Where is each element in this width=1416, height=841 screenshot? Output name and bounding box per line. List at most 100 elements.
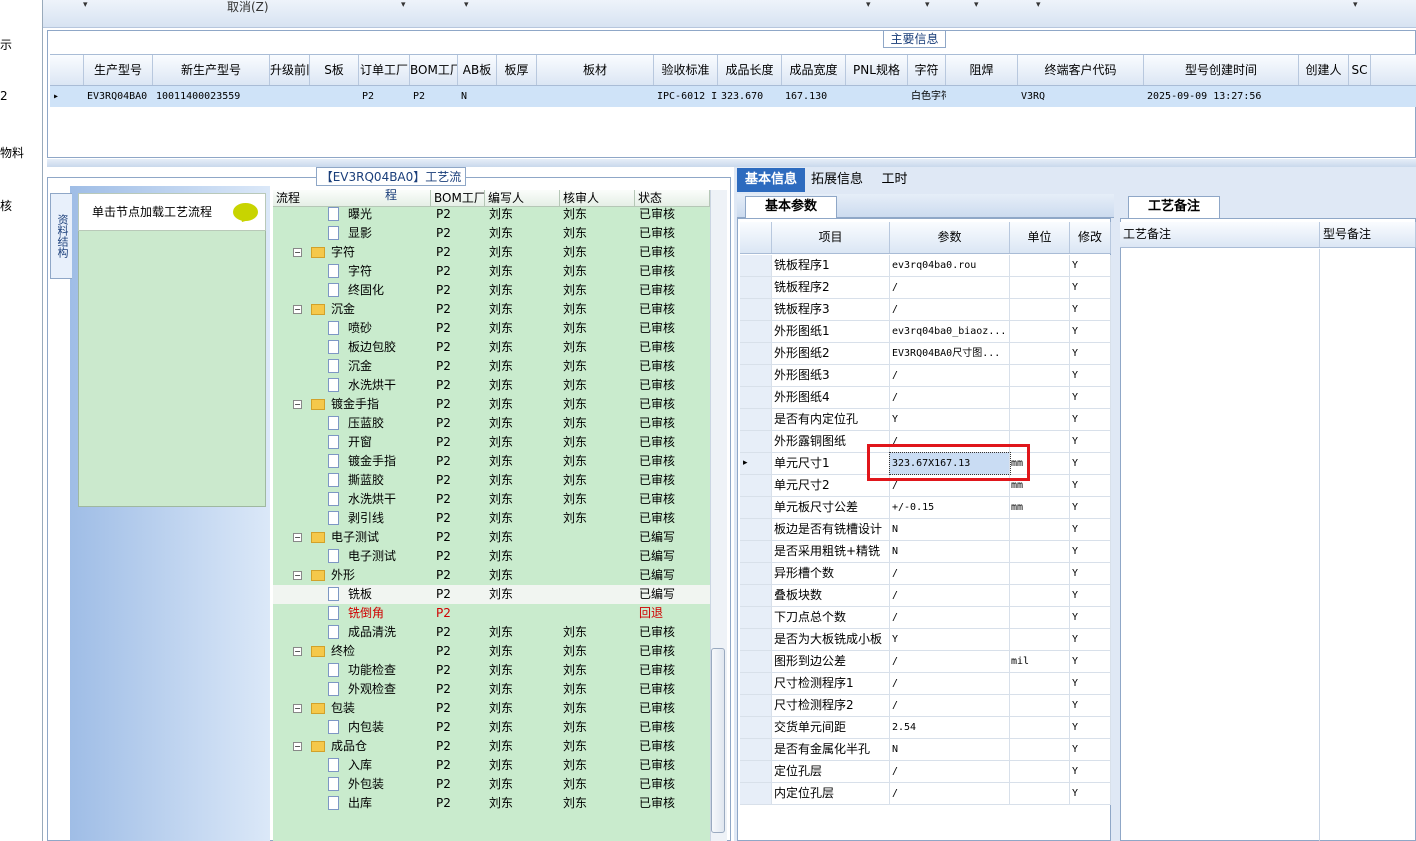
param-cell[interactable]: mm: [1010, 497, 1070, 518]
tree-row[interactable]: 开窗 P2 刘东 刘东 已审核: [273, 433, 710, 452]
tree-row[interactable]: 显影 P2 刘东 刘东 已审核: [273, 224, 710, 243]
param-row[interactable]: 尺寸检测程序2/ Y: [740, 695, 1111, 717]
param-row[interactable]: 交货单元间距 2.54 Y: [740, 717, 1111, 739]
cell[interactable]: [1299, 86, 1349, 107]
param-cell[interactable]: [1010, 255, 1070, 276]
col-header-status[interactable]: 状态: [635, 190, 710, 206]
left-nav-item[interactable]: 示: [0, 36, 12, 53]
param-cell[interactable]: [1010, 387, 1070, 408]
horizontal-splitter[interactable]: [47, 159, 1416, 167]
cell[interactable]: 323.670: [718, 86, 782, 107]
tree-row[interactable]: 入库 P2 刘东 刘东 已审核: [273, 756, 710, 775]
param-cell[interactable]: [1010, 519, 1070, 540]
param-cell[interactable]: /: [890, 365, 1010, 386]
param-cell[interactable]: Y: [1070, 717, 1111, 738]
param-cell[interactable]: [1010, 739, 1070, 760]
param-cell[interactable]: Y: [1070, 343, 1111, 364]
param-row[interactable]: 是否为大板铣成小板 Y Y: [740, 629, 1111, 651]
col-header-unit[interactable]: 单位: [1010, 222, 1070, 253]
param-cell[interactable]: /: [890, 783, 1010, 804]
param-row[interactable]: 叠板块数 / Y: [740, 585, 1111, 607]
col-header[interactable]: 字符: [908, 55, 946, 85]
col-header[interactable]: 订单工厂: [359, 55, 410, 85]
param-cell[interactable]: 尺寸检测程序1: [772, 673, 890, 694]
param-cell[interactable]: Y: [1070, 673, 1111, 694]
param-row[interactable]: 定位孔层 / Y: [740, 761, 1111, 783]
param-cell[interactable]: [1010, 783, 1070, 804]
param-cell[interactable]: ev3rq04ba0_biaoz...: [890, 321, 1010, 342]
tree-row[interactable]: − 成品仓 P2 刘东 刘东 已审核: [273, 737, 710, 756]
tree-row[interactable]: − 沉金 P2 刘东 刘东 已审核: [273, 300, 710, 319]
param-cell[interactable]: 铣板程序3: [772, 299, 890, 320]
tree-row[interactable]: 压蓝胶 P2 刘东 刘东 已审核: [273, 414, 710, 433]
param-cell[interactable]: /: [890, 277, 1010, 298]
param-cell[interactable]: /: [890, 585, 1010, 606]
param-row[interactable]: 外形图纸3/ Y: [740, 365, 1111, 387]
dropdown-arrow-icon[interactable]: ▾: [1036, 0, 1041, 10]
param-row[interactable]: 是否采用粗铣+精铣 N Y: [740, 541, 1111, 563]
param-cell[interactable]: /: [890, 695, 1010, 716]
param-row[interactable]: 外形图纸4/ Y: [740, 387, 1111, 409]
tree-row[interactable]: 板边包胶 P2 刘东 刘东 已审核: [273, 338, 710, 357]
cell[interactable]: [1349, 86, 1371, 107]
tree-row[interactable]: 外包装 P2 刘东 刘东 已审核: [273, 775, 710, 794]
param-cell[interactable]: 交货单元间距: [772, 717, 890, 738]
col-header-writer[interactable]: 编写人: [485, 190, 560, 206]
tree-row[interactable]: 水洗烘干 P2 刘东 刘东 已审核: [273, 490, 710, 509]
collapse-icon[interactable]: −: [293, 704, 302, 713]
param-cell[interactable]: +/-0.15: [890, 497, 1010, 518]
cell[interactable]: [846, 86, 908, 107]
param-row[interactable]: 图形到边公差 / mil Y: [740, 651, 1111, 673]
col-header-item[interactable]: 项目: [772, 222, 890, 253]
param-cell[interactable]: N: [890, 519, 1010, 540]
param-cell[interactable]: 外形图纸4: [772, 387, 890, 408]
tree-row[interactable]: 铣倒角 P2 回退: [273, 604, 710, 623]
param-cell[interactable]: Y: [890, 629, 1010, 650]
col-header-process[interactable]: 流程: [273, 190, 431, 206]
col-header[interactable]: 板厚: [497, 55, 537, 85]
param-cell[interactable]: 叠板块数: [772, 585, 890, 606]
tree-row[interactable]: 内包装 P2 刘东 刘东 已审核: [273, 718, 710, 737]
tree-row[interactable]: − 包装 P2 刘东 刘东 已审核: [273, 699, 710, 718]
param-cell[interactable]: 下刀点总个数: [772, 607, 890, 628]
collapse-icon[interactable]: −: [293, 647, 302, 656]
cell[interactable]: [270, 86, 310, 107]
tree-row[interactable]: 曝光 P2 刘东 刘东 已审核: [273, 205, 710, 224]
col-header[interactable]: AB板: [458, 55, 497, 85]
cell[interactable]: [310, 86, 359, 107]
tree-row[interactable]: 铣板 P2 刘东 已编写: [273, 585, 710, 604]
param-row[interactable]: 铣板程序3/ Y: [740, 299, 1111, 321]
tree-row[interactable]: 字符 P2 刘东 刘东 已审核: [273, 262, 710, 281]
col-header-reviewer[interactable]: 核审人: [560, 190, 635, 206]
dropdown-arrow-icon[interactable]: ▾: [83, 0, 88, 10]
tree-row[interactable]: 水洗烘干 P2 刘东 刘东 已审核: [273, 376, 710, 395]
col-header[interactable]: 升级前旧生产型号: [270, 55, 310, 85]
tree-row[interactable]: 出库 P2 刘东 刘东 已审核: [273, 794, 710, 813]
cell[interactable]: IPC-6012 III级: [654, 86, 718, 107]
param-cell[interactable]: [1010, 695, 1070, 716]
col-header[interactable]: BOM工厂: [410, 55, 458, 85]
cell[interactable]: [946, 86, 1018, 107]
param-cell[interactable]: 外形图纸2: [772, 343, 890, 364]
col-header[interactable]: 创建人: [1299, 55, 1349, 85]
param-cell[interactable]: [1010, 277, 1070, 298]
tree-row[interactable]: − 字符 P2 刘东 刘东 已审核: [273, 243, 710, 262]
param-cell[interactable]: Y: [1070, 585, 1111, 606]
cell[interactable]: 167.130: [782, 86, 846, 107]
param-cell[interactable]: Y: [1070, 541, 1111, 562]
param-cell[interactable]: [1010, 629, 1070, 650]
param-cell[interactable]: Y: [1070, 563, 1111, 584]
param-cell[interactable]: Y: [1070, 299, 1111, 320]
tree-row[interactable]: − 镀金手指 P2 刘东 刘东 已审核: [273, 395, 710, 414]
param-cell[interactable]: [1010, 365, 1070, 386]
param-cell[interactable]: 外形图纸1: [772, 321, 890, 342]
dropdown-arrow-icon[interactable]: ▾: [401, 0, 406, 10]
collapse-icon[interactable]: −: [293, 533, 302, 542]
param-cell[interactable]: 板边是否有铣槽设计: [772, 519, 890, 540]
cell[interactable]: P2: [359, 86, 410, 107]
collapse-icon[interactable]: −: [293, 305, 302, 314]
param-cell[interactable]: /: [890, 761, 1010, 782]
param-cell[interactable]: /: [890, 607, 1010, 628]
param-row[interactable]: 外形图纸2 EV3RQ04BA0尺寸图... Y: [740, 343, 1111, 365]
tree-row[interactable]: − 电子测试 P2 刘东 已编写: [273, 528, 710, 547]
